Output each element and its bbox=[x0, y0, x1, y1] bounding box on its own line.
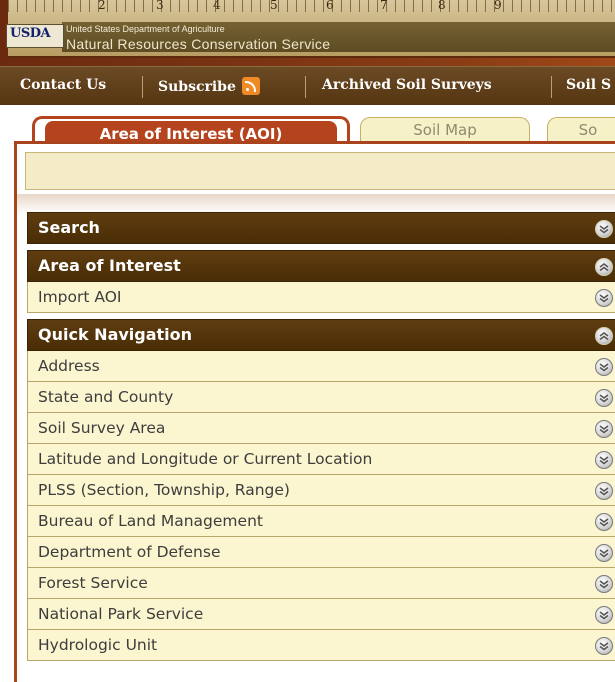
item-label: Import AOI bbox=[38, 288, 122, 306]
expand-icon[interactable] bbox=[595, 575, 613, 593]
ruler-number: 9 bbox=[494, 0, 502, 12]
ruler-number: 2 bbox=[98, 0, 106, 12]
tab-soil-data-cut[interactable]: So bbox=[547, 117, 615, 142]
expand-icon[interactable] bbox=[595, 358, 613, 376]
rss-icon bbox=[241, 77, 260, 95]
ruler-number: 6 bbox=[326, 0, 334, 12]
nav-archived-soil-surveys[interactable]: Archived Soil Surveys bbox=[322, 77, 492, 93]
top-nav: Contact Us Subscribe Archived Soil Surve… bbox=[0, 66, 615, 106]
nav-subscribe[interactable]: Subscribe bbox=[158, 77, 260, 95]
nav-soil-survey-cut[interactable]: Soil S bbox=[566, 77, 611, 93]
search-section: Search bbox=[27, 212, 615, 244]
quick-nav-item-soil-survey-area[interactable]: Soil Survey Area bbox=[27, 413, 615, 444]
expand-icon[interactable] bbox=[595, 544, 613, 562]
ruler-number: 4 bbox=[213, 0, 221, 12]
aoi-toolbar bbox=[25, 152, 615, 190]
section-title: Quick Navigation bbox=[38, 325, 193, 344]
quick-navigation-section: Quick Navigation Address State and County… bbox=[27, 319, 615, 661]
quick-navigation-list: Address State and County Soil Survey Area L… bbox=[27, 351, 615, 661]
item-label: Forest Service bbox=[38, 574, 148, 592]
expand-icon[interactable] bbox=[595, 451, 613, 469]
quick-nav-item-state-and-county[interactable]: State and County bbox=[27, 382, 615, 413]
panel-shade bbox=[17, 194, 615, 214]
nav-separator bbox=[551, 76, 552, 98]
item-label: Soil Survey Area bbox=[38, 419, 166, 437]
service-name: Natural Resources Conservation Service bbox=[66, 36, 331, 52]
expand-icon[interactable] bbox=[595, 513, 613, 531]
item-label: National Park Service bbox=[38, 605, 204, 623]
nav-separator bbox=[305, 76, 306, 98]
ruler-number: 3 bbox=[156, 0, 164, 12]
nav-subscribe-label: Subscribe bbox=[158, 79, 236, 95]
agency-line: United States Department of Agriculture bbox=[66, 24, 225, 34]
logo-text: USDA bbox=[10, 26, 51, 41]
item-label: PLSS (Section, Township, Range) bbox=[38, 481, 290, 499]
expand-icon[interactable] bbox=[595, 637, 613, 655]
item-label: Address bbox=[38, 357, 100, 375]
quick-nav-item-forest-service[interactable]: Forest Service bbox=[27, 568, 615, 599]
quick-nav-item-national-park-service[interactable]: National Park Service bbox=[27, 599, 615, 630]
ruler-number: 7 bbox=[380, 0, 388, 12]
expand-icon[interactable] bbox=[595, 482, 613, 500]
section-title: Area of Interest bbox=[38, 256, 181, 275]
quick-nav-item-hydrologic-unit[interactable]: Hydrologic Unit bbox=[27, 630, 615, 661]
collapse-icon[interactable] bbox=[595, 258, 613, 276]
expand-icon[interactable] bbox=[595, 606, 613, 624]
section-title: Search bbox=[38, 218, 100, 237]
collapse-icon[interactable] bbox=[595, 327, 613, 345]
item-label: Department of Defense bbox=[38, 543, 221, 561]
nav-contact-us[interactable]: Contact Us bbox=[20, 77, 106, 93]
item-label: Latitude and Longitude or Current Locati… bbox=[38, 450, 373, 468]
quick-navigation-header[interactable]: Quick Navigation bbox=[27, 319, 615, 351]
ruler-number: 5 bbox=[270, 0, 278, 12]
quick-nav-item-plss-section-township-range[interactable]: PLSS (Section, Township, Range) bbox=[27, 475, 615, 506]
item-label: State and County bbox=[38, 388, 174, 406]
expand-icon[interactable] bbox=[595, 220, 613, 238]
expand-icon[interactable] bbox=[595, 289, 613, 307]
item-label: Hydrologic Unit bbox=[38, 636, 158, 654]
tab-strip: Area of Interest (AOI) Soil Map So bbox=[0, 105, 615, 147]
aoi-panel: Search Area of Interest Import AOI Quick… bbox=[14, 141, 615, 682]
aoi-section: Area of Interest Import AOI bbox=[27, 250, 615, 313]
quick-nav-item-latitude-and-longitude-or-current-location[interactable]: Latitude and Longitude or Current Locati… bbox=[27, 444, 615, 475]
usda-logo[interactable]: USDA bbox=[6, 24, 64, 48]
aoi-header[interactable]: Area of Interest bbox=[27, 250, 615, 282]
quick-nav-item-bureau-of-land-management[interactable]: Bureau of Land Management bbox=[27, 506, 615, 537]
header-banner: 2 3 4 5 6 7 8 9 USDA United States Depar… bbox=[0, 0, 615, 66]
ruler-number: 8 bbox=[438, 0, 446, 12]
quick-nav-item-address[interactable]: Address bbox=[27, 351, 615, 382]
tab-soil-map[interactable]: Soil Map bbox=[360, 117, 530, 142]
search-header[interactable]: Search bbox=[27, 212, 615, 244]
expand-icon[interactable] bbox=[595, 389, 613, 407]
quick-nav-item-department-of-defense[interactable]: Department of Defense bbox=[27, 537, 615, 568]
import-aoi-item[interactable]: Import AOI bbox=[27, 282, 615, 313]
item-label: Bureau of Land Management bbox=[38, 512, 263, 530]
expand-icon[interactable] bbox=[595, 420, 613, 438]
nav-separator bbox=[142, 76, 143, 98]
